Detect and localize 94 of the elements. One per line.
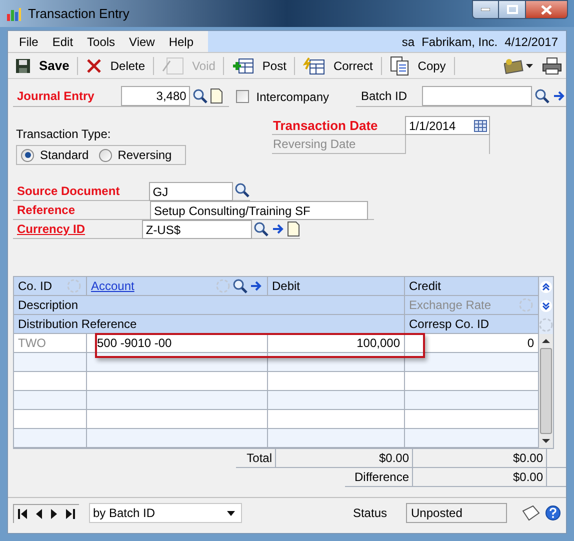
void-document-icon bbox=[162, 56, 184, 74]
source-document-label: Source Document bbox=[16, 183, 121, 200]
arrow-right-icon[interactable] bbox=[271, 222, 285, 236]
column-header: Description bbox=[18, 297, 78, 314]
sort-dropdown[interactable]: by Batch ID bbox=[89, 503, 242, 523]
currency-id-link[interactable]: Currency ID bbox=[13, 220, 142, 238]
last-record-icon[interactable] bbox=[66, 508, 75, 518]
first-record-icon[interactable] bbox=[18, 508, 27, 518]
column-header: Debit bbox=[272, 278, 300, 295]
close-icon bbox=[541, 4, 552, 14]
disabled-lookup-icon bbox=[538, 316, 554, 332]
previous-record-icon[interactable] bbox=[36, 508, 42, 518]
disabled-lookup-icon bbox=[518, 297, 534, 313]
app-icon bbox=[6, 6, 22, 22]
copy-documents-icon bbox=[390, 56, 410, 76]
user-date: 4/12/2017 bbox=[504, 34, 558, 50]
menu-item[interactable]: Edit bbox=[52, 32, 74, 50]
column-header: Exchange Rate bbox=[409, 297, 492, 314]
scrollbar[interactable] bbox=[539, 334, 553, 448]
print-button[interactable] bbox=[542, 56, 562, 74]
maximize-button[interactable] bbox=[499, 0, 525, 19]
batch-id-field[interactable] bbox=[422, 86, 532, 106]
status-label: Status bbox=[352, 505, 387, 522]
status-field: Unposted bbox=[406, 503, 507, 523]
dropdown-caret-icon bbox=[227, 510, 235, 516]
search-icon[interactable] bbox=[253, 221, 269, 237]
next-record-icon[interactable] bbox=[51, 508, 57, 518]
double-chevron-up-icon bbox=[540, 280, 552, 292]
menu-item[interactable]: Help bbox=[168, 32, 194, 50]
intercompany-label: Intercompany bbox=[256, 88, 329, 106]
currency-id-field[interactable]: Z-US$ bbox=[142, 220, 252, 239]
journal-entry-field[interactable]: 3,480 bbox=[121, 86, 190, 106]
search-icon[interactable] bbox=[232, 278, 248, 294]
batch-id-label: Batch ID bbox=[361, 88, 408, 105]
toolbar-button[interactable]: Correct bbox=[299, 54, 377, 76]
table-cell-text: 500 -9010 -00 bbox=[97, 335, 172, 352]
user-name: sa bbox=[402, 34, 415, 50]
company-name: Fabrikam, Inc. bbox=[422, 34, 498, 50]
journal-entry-label: Journal Entry bbox=[17, 88, 94, 105]
toolbar-button[interactable]: Post bbox=[228, 54, 290, 76]
intercompany-checkbox[interactable] bbox=[236, 90, 250, 103]
new-document-icon[interactable] bbox=[287, 221, 300, 237]
radio-button[interactable] bbox=[98, 148, 112, 162]
difference-label: Difference bbox=[345, 468, 413, 486]
account-column-link[interactable]: Account bbox=[91, 277, 134, 295]
radio-label: Reversing bbox=[118, 147, 172, 164]
reference-label: Reference bbox=[16, 202, 76, 219]
money-dropdown-button[interactable] bbox=[504, 58, 533, 74]
restore-icon bbox=[506, 5, 518, 14]
minimize-button[interactable] bbox=[472, 0, 499, 19]
window-title: Transaction Entry bbox=[28, 4, 130, 23]
caret-icon bbox=[526, 64, 533, 68]
menu-item[interactable]: File bbox=[19, 32, 38, 50]
total-debit: $0.00 bbox=[276, 449, 413, 467]
search-icon[interactable] bbox=[192, 88, 208, 104]
search-icon[interactable] bbox=[534, 88, 550, 104]
reversing-date-label: Reversing Date bbox=[272, 136, 357, 153]
table-cell-text: 0 bbox=[527, 335, 534, 352]
menu-item[interactable]: Tools bbox=[87, 32, 116, 50]
difference-value: $0.00 bbox=[413, 468, 547, 486]
disabled-lookup-icon bbox=[66, 278, 82, 294]
transaction-date-label: Transaction Date bbox=[272, 117, 379, 134]
column-header: Corresp Co. ID bbox=[409, 316, 490, 333]
plus-table-icon bbox=[232, 56, 254, 74]
table-cell-text: 100,000 bbox=[356, 335, 400, 352]
minimize-icon bbox=[481, 8, 490, 11]
radio-label: Standard bbox=[40, 147, 89, 164]
reference-field[interactable]: Setup Consulting/Training SF bbox=[150, 201, 368, 220]
printer-icon bbox=[542, 56, 562, 74]
save-button[interactable]: Save bbox=[11, 54, 74, 76]
column-header: Co. ID bbox=[18, 278, 52, 295]
help-icon[interactable] bbox=[545, 505, 561, 521]
table-cell-text: TWO bbox=[18, 335, 46, 352]
arrow-right-icon[interactable] bbox=[249, 279, 263, 293]
new-document-icon[interactable] bbox=[210, 88, 224, 104]
lightning-table-icon bbox=[303, 56, 326, 74]
close-button[interactable] bbox=[525, 0, 568, 19]
menu-item[interactable]: View bbox=[129, 32, 155, 50]
total-credit: $0.00 bbox=[413, 449, 547, 467]
source-document-field[interactable]: GJ bbox=[148, 182, 233, 201]
total-label: Total bbox=[236, 449, 276, 467]
toolbar-button[interactable]: Copy bbox=[386, 54, 450, 76]
toolbar-button[interactable]: Delete bbox=[82, 54, 150, 76]
arrow-right-icon[interactable] bbox=[552, 89, 566, 103]
search-icon[interactable] bbox=[234, 182, 250, 198]
calendar-icon[interactable] bbox=[474, 120, 487, 132]
column-header: Distribution Reference bbox=[18, 316, 137, 333]
transaction-type-label: Transaction Type: bbox=[16, 126, 112, 143]
transaction-date-field[interactable]: 1/1/2014 bbox=[405, 116, 490, 135]
radio-button[interactable] bbox=[21, 148, 34, 162]
money-icon bbox=[504, 58, 524, 74]
column-header: Credit bbox=[409, 278, 442, 295]
delete-x-icon bbox=[86, 58, 102, 74]
double-chevron-down-icon bbox=[540, 300, 552, 312]
